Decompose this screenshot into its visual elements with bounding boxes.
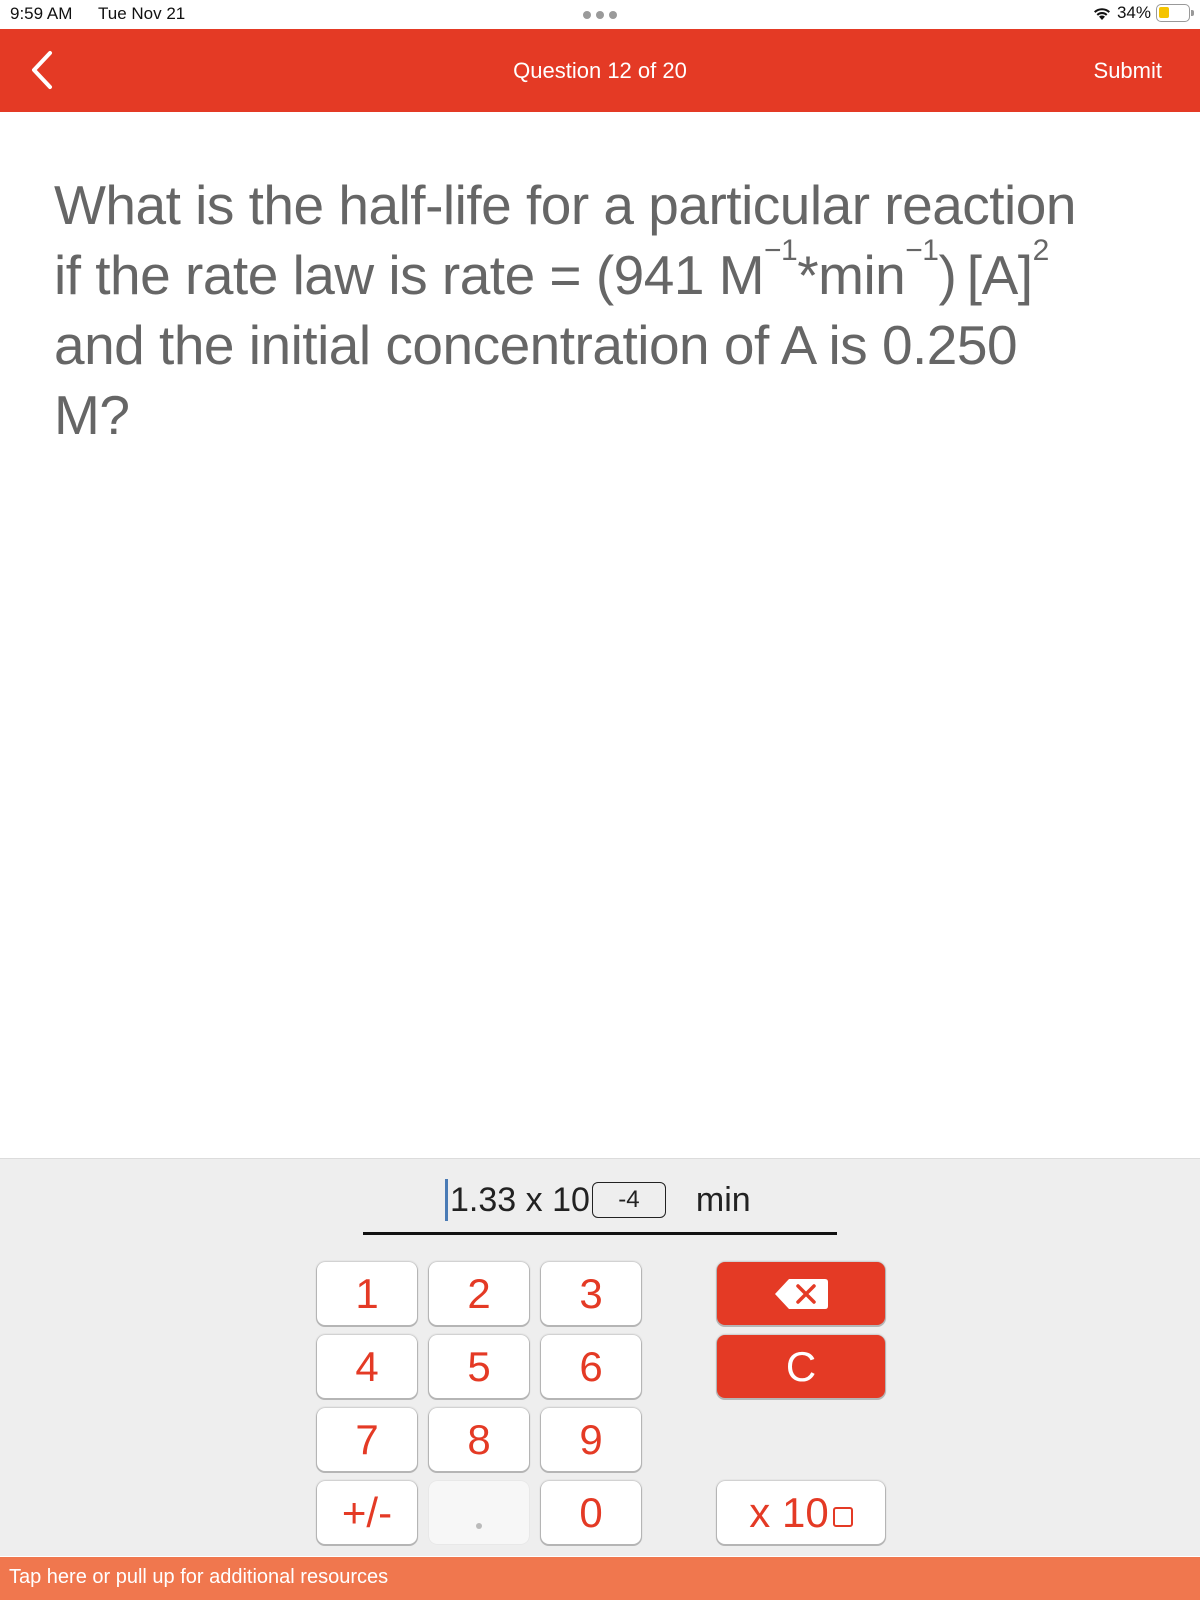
text-cursor bbox=[445, 1179, 448, 1221]
question-line: and the initial concentration of A is 0.… bbox=[54, 314, 1018, 376]
key-4[interactable]: 4 bbox=[317, 1335, 417, 1398]
answer-input[interactable]: 1.33 x 10 -4 min bbox=[445, 1179, 751, 1221]
status-time: 9:59 AM bbox=[10, 4, 73, 23]
key-2[interactable]: 2 bbox=[429, 1262, 529, 1325]
answer-underline bbox=[363, 1232, 837, 1235]
battery-icon bbox=[1156, 4, 1194, 22]
multitasking-dots-icon[interactable] bbox=[583, 11, 617, 19]
question-text: What is the half-life for a particular r… bbox=[54, 170, 1164, 450]
backspace-button[interactable] bbox=[717, 1262, 885, 1325]
question-line-rate-law: if the rate law is rate = (941 M−1*min−1… bbox=[54, 234, 1049, 307]
key-0[interactable]: 0 bbox=[541, 1481, 641, 1544]
key-7[interactable]: 7 bbox=[317, 1408, 417, 1471]
times-ten-label: x 10 bbox=[749, 1481, 853, 1544]
key-plus-minus[interactable]: +/- bbox=[317, 1481, 417, 1544]
key-1[interactable]: 1 bbox=[317, 1262, 417, 1325]
status-date: Tue Nov 21 bbox=[98, 4, 186, 23]
question-line: M? bbox=[54, 384, 130, 446]
answer-panel: 1.33 x 10 -4 min 1 2 3 4 5 6 7 8 9 +/- 0… bbox=[0, 1158, 1200, 1556]
status-indicators: 34% bbox=[1092, 3, 1194, 23]
battery-level-fill bbox=[1159, 7, 1169, 18]
answer-exponent-field[interactable]: -4 bbox=[591, 1182, 666, 1218]
superscript: −1 bbox=[764, 234, 798, 267]
status-bar: 9:59 AM Tue Nov 21 34% bbox=[0, 0, 1200, 29]
key-9[interactable]: 9 bbox=[541, 1408, 641, 1471]
decimal-point-icon bbox=[476, 1523, 482, 1529]
resources-label: Tap here or pull up for additional resou… bbox=[9, 1566, 389, 1588]
key-5[interactable]: 5 bbox=[429, 1335, 529, 1398]
key-3[interactable]: 3 bbox=[541, 1262, 641, 1325]
superscript: −1 bbox=[905, 234, 939, 267]
key-decimal bbox=[429, 1481, 529, 1544]
battery-tip bbox=[1191, 10, 1194, 16]
key-6[interactable]: 6 bbox=[541, 1335, 641, 1398]
wifi-icon bbox=[1093, 8, 1110, 20]
exponent-box-icon bbox=[832, 1506, 853, 1527]
answer-unit: min bbox=[695, 1180, 751, 1219]
superscript: 2 bbox=[1032, 234, 1050, 267]
submit-button[interactable]: Submit bbox=[1094, 58, 1162, 84]
question-line: What is the half-life for a particular r… bbox=[54, 174, 1076, 236]
backspace-icon bbox=[775, 1279, 828, 1309]
nav-bar: Question 12 of 20 Submit bbox=[0, 29, 1200, 112]
key-8[interactable]: 8 bbox=[429, 1408, 529, 1471]
battery-percent: 34% bbox=[1116, 3, 1151, 22]
times-ten-button[interactable]: x 10 bbox=[717, 1481, 885, 1544]
question-counter: Question 12 of 20 bbox=[513, 58, 687, 83]
clear-button[interactable]: C bbox=[717, 1335, 885, 1398]
resources-bar[interactable]: Tap here or pull up for additional resou… bbox=[0, 1557, 1200, 1600]
answer-mantissa[interactable]: 1.33 x 10 bbox=[450, 1181, 590, 1220]
